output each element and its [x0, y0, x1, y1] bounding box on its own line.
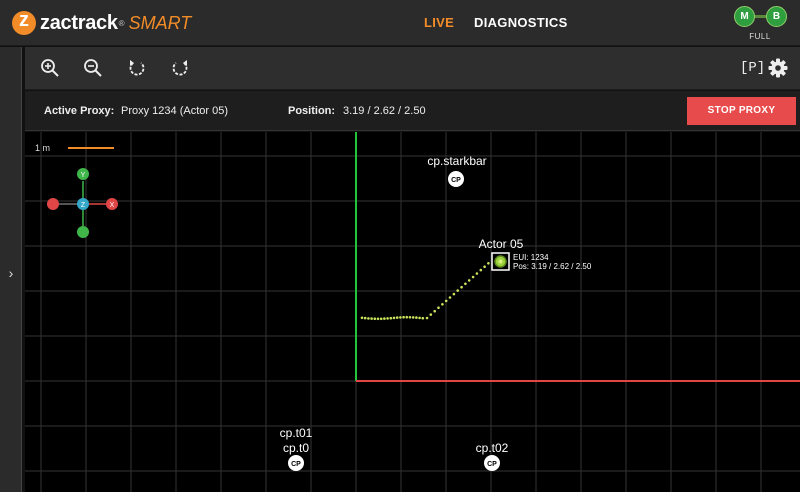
trail-point	[399, 316, 402, 319]
trail-point	[467, 279, 471, 282]
stop-proxy-button[interactable]: STOP PROXY	[687, 97, 796, 125]
gear-icon[interactable]	[767, 57, 789, 79]
trail-point	[395, 316, 399, 319]
gizmo-z-label: Z	[81, 202, 86, 209]
zoom-out-icon[interactable]	[82, 57, 104, 79]
trail-point	[386, 317, 389, 320]
trail-point	[402, 315, 405, 319]
checkpoint-badge-label: CP	[291, 461, 301, 468]
rotate-right-icon[interactable]	[169, 57, 191, 79]
trail-point	[479, 268, 483, 272]
orientation-gizmo[interactable]: Y Z X	[47, 168, 118, 238]
logo-name: zactrack	[40, 11, 118, 34]
active-proxy-value: Proxy 1234 (Actor 05)	[121, 105, 228, 117]
position-value: 3.19 / 2.62 / 2.50	[343, 105, 426, 117]
tracking-map[interactable]: 1 m Y Z X Actor 05 EUI: 1234 Pos: 3.19 /…	[25, 132, 800, 492]
trail-point	[487, 262, 490, 265]
trail-point	[483, 265, 486, 268]
top-bar: zactrack ® SMART LIVE DIAGNOSTICS M B FU…	[0, 0, 800, 46]
trail-point	[456, 289, 460, 292]
trail-point	[425, 316, 429, 320]
gizmo-y-label: Y	[81, 172, 86, 179]
map-canvas[interactable]: 1 m Y Z X Actor 05 EUI: 1234 Pos: 3.19 /…	[25, 132, 800, 492]
gizmo-x-label: X	[110, 202, 115, 209]
trail-point	[441, 303, 444, 306]
actor-position: Pos: 3.19 / 2.62 / 2.50	[513, 262, 592, 271]
trail-point	[392, 316, 396, 320]
checkpoint-t01[interactable]: cp.t01 cp.t0 CP	[280, 426, 313, 471]
trail-point	[433, 309, 437, 313]
checkpoint-name: cp.t02	[476, 441, 509, 455]
checkpoint-name: cp.t01	[280, 426, 313, 440]
trail-point	[415, 316, 418, 319]
logo-product: SMART	[128, 12, 192, 33]
trail-point	[429, 313, 433, 316]
actor-dot-core	[498, 259, 503, 264]
proxy-bracket-icon[interactable]: [P]	[740, 57, 765, 79]
rotate-left-icon[interactable]	[126, 57, 148, 79]
trail-point	[360, 316, 364, 320]
checkpoint-sub-name: cp.t0	[283, 441, 309, 455]
status-mode-label: FULL	[749, 32, 771, 41]
logo-mark-icon	[12, 9, 36, 35]
left-sidebar: ›	[0, 47, 22, 492]
trail-point	[448, 296, 452, 299]
logo-registered: ®	[118, 18, 125, 28]
trail-point	[405, 315, 409, 319]
map-grid	[25, 132, 800, 492]
trail-point	[379, 317, 383, 321]
trail-point	[421, 316, 425, 320]
nav-live-tab[interactable]: LIVE	[424, 15, 454, 30]
trail-point	[437, 306, 440, 309]
trail-point	[367, 317, 370, 320]
trail-point	[411, 316, 415, 319]
actor-name: Actor 05	[479, 237, 524, 251]
chevron-right-icon[interactable]: ›	[0, 262, 22, 284]
checkpoint-t02[interactable]: cp.t02 CP	[476, 441, 509, 471]
checkpoint-badge-label: CP	[451, 177, 461, 184]
checkpoint-name: cp.starkbar	[427, 154, 486, 168]
active-proxy-label: Active Proxy:	[44, 105, 115, 117]
actor-eui: EUI: 1234	[513, 253, 549, 262]
trail-point	[376, 317, 380, 321]
status-b-indicator: B	[766, 6, 787, 27]
trail-point	[452, 292, 456, 296]
nav-diagnostics-tab[interactable]: DIAGNOSTICS	[474, 15, 568, 30]
trail-point	[363, 316, 367, 320]
zactrack-logo: zactrack ® SMART	[12, 9, 192, 36]
trail-point	[383, 317, 386, 320]
trail-point	[370, 317, 373, 320]
trail-point	[389, 316, 393, 320]
trail-point	[471, 275, 475, 279]
trail-point	[373, 317, 377, 320]
trail-point	[464, 282, 467, 286]
trail-point	[460, 285, 463, 289]
scale-label: 1 m	[35, 143, 50, 153]
connection-status: M B FULL	[732, 6, 788, 42]
position-label: Position:	[288, 105, 336, 117]
proxy-info-bar: Active Proxy: Proxy 1234 (Actor 05) Posi…	[25, 91, 800, 131]
actor-marker[interactable]: Actor 05 EUI: 1234 Pos: 3.19 / 2.62 / 2.…	[479, 237, 592, 271]
map-toolbar: [P]	[25, 47, 800, 90]
status-m-indicator: M	[734, 6, 755, 27]
gizmo-neg-x-handle[interactable]	[47, 198, 59, 210]
zoom-in-icon[interactable]	[39, 57, 61, 79]
gizmo-neg-y-handle[interactable]	[77, 226, 89, 238]
checkpoint-starkbar[interactable]: cp.starkbar CP	[427, 154, 487, 187]
trail-point	[444, 299, 448, 303]
trail-point	[475, 272, 479, 275]
trail-point	[418, 316, 421, 320]
trail-point	[408, 316, 412, 319]
checkpoint-badge-label: CP	[487, 461, 497, 468]
